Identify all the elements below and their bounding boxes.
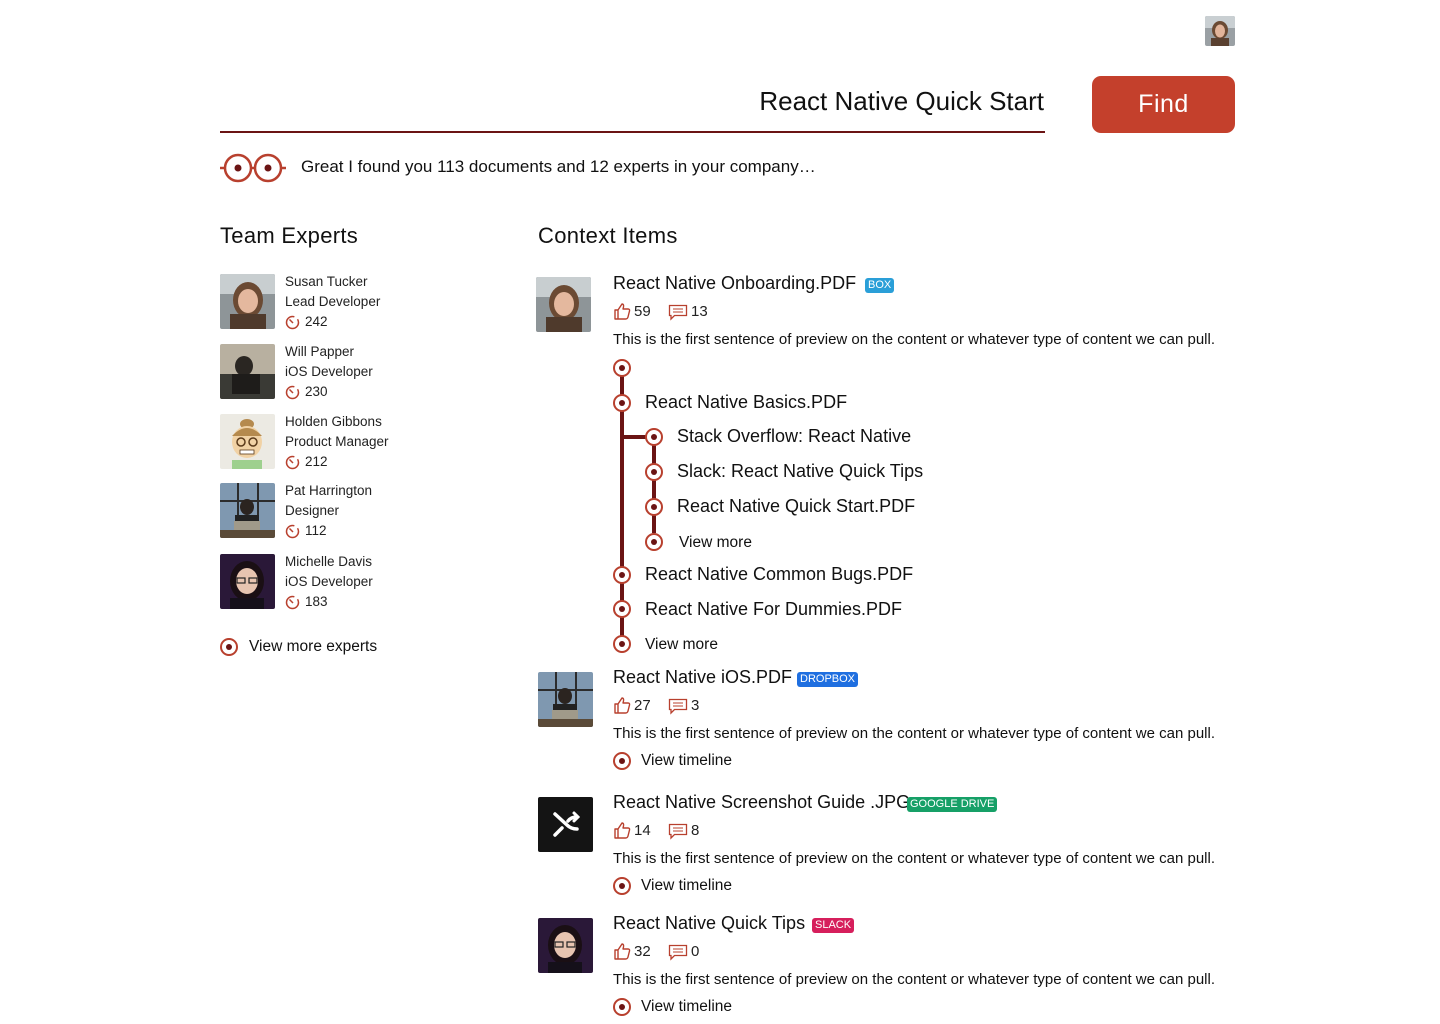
thumbs-up-icon[interactable]: [613, 942, 631, 965]
thumbs-up-icon[interactable]: [613, 302, 631, 325]
timeline-item-label: React Native Common Bugs.PDF: [645, 564, 914, 584]
timeline-dot: [613, 635, 631, 653]
clock-icon: [285, 595, 300, 615]
timeline-subitem-label: Stack Overflow: React Native: [677, 426, 912, 446]
comment-icon[interactable]: [668, 304, 688, 326]
item-title[interactable]: React Native iOS.PDF: [613, 667, 792, 688]
timeline-item-label: React Native For Dummies.PDF: [645, 599, 903, 619]
glasses-icon: [220, 152, 286, 189]
clock-icon: [285, 315, 300, 335]
item-avatar: [536, 277, 591, 332]
source-badge: SLACK: [812, 918, 855, 933]
timeline-dot: [645, 463, 663, 481]
source-badge: GOOGLE DRIVE: [907, 797, 998, 812]
expert-score: 230: [305, 384, 328, 399]
timeline-subline: [652, 437, 656, 533]
clock-icon: [285, 524, 300, 544]
view-more-label: View more: [679, 534, 752, 551]
comments-count: 3: [691, 697, 700, 714]
item-preview: This is the first sentence of preview on…: [613, 971, 1215, 988]
item-title[interactable]: React Native Onboarding.PDF: [613, 273, 856, 294]
timeline-dot: [645, 428, 663, 446]
timeline-subitem-label: React Native Quick Start.PDF: [677, 496, 916, 516]
expert-score: 183: [305, 594, 328, 609]
expert-avatar: [220, 414, 275, 469]
expert-avatar: [220, 274, 275, 329]
expert-score: 212: [305, 454, 328, 469]
timeline-dot: [645, 498, 663, 516]
thumbs-up-icon[interactable]: [613, 821, 631, 844]
timeline-dot: [645, 533, 663, 551]
expert-role: iOS Developer: [285, 364, 373, 379]
comment-icon[interactable]: [668, 823, 688, 845]
timeline-item-label: React Native Basics.PDF: [645, 392, 848, 412]
user-avatar[interactable]: [1205, 16, 1235, 46]
item-icon-tile: [538, 797, 593, 852]
comments-count: 13: [691, 303, 708, 320]
comment-icon[interactable]: [668, 944, 688, 966]
item-title[interactable]: React Native Screenshot Guide .JPG: [613, 792, 910, 813]
comments-count: 8: [691, 822, 700, 839]
expert-score: 242: [305, 314, 328, 329]
clock-icon: [285, 385, 300, 405]
source-badge: BOX: [865, 278, 895, 293]
view-more-label: View more: [645, 636, 718, 653]
expert-role: Designer: [285, 503, 340, 518]
expert-avatar: [220, 554, 275, 609]
item-preview: This is the first sentence of preview on…: [613, 725, 1215, 742]
likes-count: 59: [634, 303, 651, 320]
thumbs-up-icon[interactable]: [613, 696, 631, 719]
item-avatar: [538, 672, 593, 727]
target-dot-icon: [613, 998, 631, 1016]
context-items-heading: Context Items: [538, 223, 678, 248]
comment-icon[interactable]: [668, 698, 688, 720]
likes-count: 14: [634, 822, 651, 839]
expert-name: Holden Gibbons: [285, 414, 382, 429]
shuffle-icon: [553, 811, 581, 837]
search-input[interactable]: React Native Quick Start: [759, 86, 1044, 117]
expert-score: 112: [305, 523, 327, 538]
clock-icon: [285, 455, 300, 475]
item-preview: This is the first sentence of preview on…: [613, 850, 1215, 867]
target-dot-icon: [613, 752, 631, 770]
view-timeline-label: View timeline: [641, 877, 733, 894]
team-experts-heading: Team Experts: [220, 223, 359, 248]
expert-role: Lead Developer: [285, 294, 381, 309]
expert-name: Will Papper: [285, 344, 355, 359]
item-preview: This is the first sentence of preview on…: [613, 331, 1215, 348]
view-timeline-label: View timeline: [641, 752, 733, 769]
target-dot-icon: [613, 877, 631, 895]
expert-avatar: [220, 344, 275, 399]
likes-count: 32: [634, 943, 651, 960]
item-avatar: [538, 918, 593, 973]
timeline-dot: [613, 359, 631, 377]
timeline-dot: [613, 600, 631, 618]
expert-name: Pat Harrington: [285, 483, 373, 498]
expert-role: iOS Developer: [285, 574, 373, 589]
timeline-dot: [613, 566, 631, 584]
timeline-dot: [613, 394, 631, 412]
expert-role: Product Manager: [285, 434, 389, 449]
expert-avatar: [220, 483, 275, 538]
expert-name: Michelle Davis: [285, 554, 373, 569]
likes-count: 27: [634, 697, 651, 714]
result-summary: Great I found you 113 documents and 12 e…: [301, 157, 816, 176]
target-dot-icon: [220, 638, 238, 656]
search-underline: [220, 131, 1045, 133]
timeline-subitem-label: Slack: React Native Quick Tips: [677, 461, 924, 481]
expert-name: Susan Tucker: [285, 274, 368, 289]
view-timeline-label: View timeline: [641, 998, 733, 1015]
comments-count: 0: [691, 943, 700, 960]
source-badge: DROPBOX: [797, 672, 859, 687]
item-title[interactable]: React Native Quick Tips: [613, 913, 805, 934]
find-button[interactable]: Find: [1092, 76, 1235, 133]
view-more-experts-label: View more experts: [249, 638, 378, 655]
